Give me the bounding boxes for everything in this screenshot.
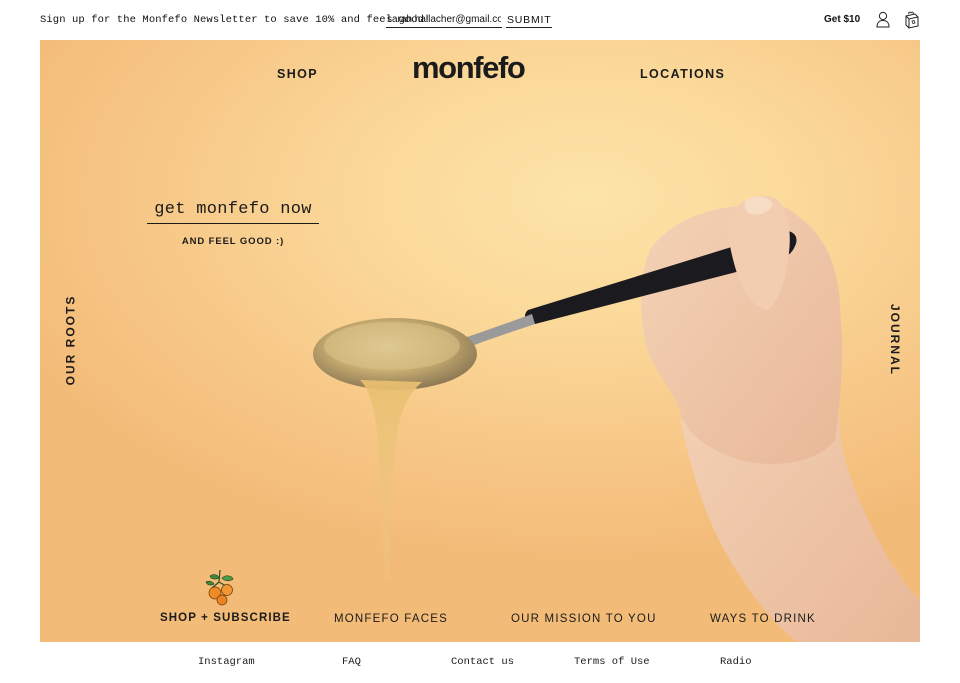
cta-subtitle: AND FEEL GOOD :) [181, 236, 285, 247]
nav-locations[interactable]: LOCATIONS [640, 67, 725, 81]
cta-get-monfefo[interactable]: get monfefo now [147, 200, 319, 224]
orange-branch-icon [202, 568, 238, 608]
submit-button[interactable]: SUBMIT [506, 12, 553, 28]
hero-banner: SHOP monfefo LOCATIONS get monfefo now A… [40, 40, 920, 642]
footer-link-contact[interactable]: Contact us [451, 656, 514, 668]
footer-link-faq[interactable]: FAQ [342, 656, 361, 668]
newsletter-text: Sign up for the Monfefo Newsletter to sa… [40, 14, 431, 26]
side-link-journal[interactable]: JOURNAL [888, 304, 902, 376]
bottom-link-shop-subscribe[interactable]: SHOP + SUBSCRIBE [160, 612, 291, 624]
bottom-link-monfefo-faces[interactable]: MONFEFO FACES [334, 613, 448, 625]
logo[interactable]: monfefo [412, 50, 526, 86]
footer-link-instagram[interactable]: Instagram [198, 656, 255, 668]
bottom-link-our-mission[interactable]: OUR MISSION TO YOU [511, 613, 657, 625]
email-field[interactable] [386, 12, 502, 28]
footer-link-terms[interactable]: Terms of Use [574, 656, 650, 668]
honey-spoon-photo [313, 195, 920, 642]
nav-shop[interactable]: SHOP [277, 67, 318, 81]
person-icon[interactable] [875, 11, 891, 29]
get-ten-dollars-link[interactable]: Get $10 [824, 14, 860, 25]
footer-link-radio[interactable]: Radio [720, 656, 752, 668]
gift-box-icon[interactable] [903, 11, 919, 29]
newsletter-bar: Sign up for the Monfefo Newsletter to sa… [0, 0, 960, 40]
bottom-link-ways-to-drink[interactable]: WAYS TO DRINK [710, 613, 816, 625]
side-link-our-roots[interactable]: OUR ROOTS [63, 295, 77, 386]
